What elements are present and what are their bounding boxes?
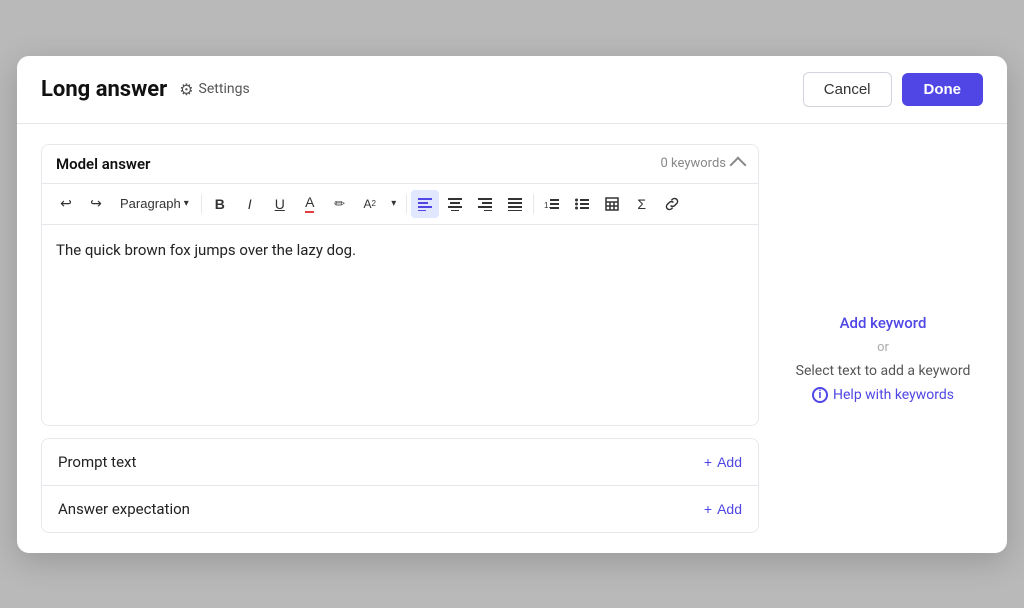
keywords-badge[interactable]: 0 keywords [661,156,744,171]
prompt-text-add-button[interactable]: + Add [704,454,742,470]
unordered-list-button[interactable] [568,190,596,218]
underline-button[interactable]: U [266,190,294,218]
modal-overlay: Long answer ⚙ Settings Cancel Done Model… [0,0,1024,608]
superscript-button[interactable]: A2 [356,190,384,218]
modal: Long answer ⚙ Settings Cancel Done Model… [17,56,1007,553]
formula-button[interactable]: Σ [628,190,656,218]
cancel-button[interactable]: Cancel [803,72,892,107]
paragraph-dropdown[interactable]: Paragraph ▾ [112,192,197,215]
help-keywords-label: Help with keywords [833,387,954,403]
ordered-list-icon: 1. [544,197,559,211]
text-color-button[interactable]: A [296,190,324,218]
paragraph-label: Paragraph [120,196,181,211]
prompt-text-label: Prompt text [58,453,136,471]
chevron-up-icon [730,157,747,174]
align-right-button[interactable] [471,190,499,218]
align-left-button[interactable] [411,190,439,218]
prompt-text-row: Prompt text + Add [42,439,758,486]
modal-header: Long answer ⚙ Settings Cancel Done [17,56,1007,124]
link-button[interactable] [658,190,686,218]
modal-body: Model answer 0 keywords ↩ ↪ Paragraph ▾ [17,124,1007,553]
editor-section: Model answer 0 keywords ↩ ↪ Paragraph ▾ [41,144,759,533]
align-center-button[interactable] [441,190,469,218]
answer-add-icon: + [704,501,712,517]
redo-button[interactable]: ↪ [82,190,110,218]
align-left-icon [418,197,432,211]
answer-expectation-row: Answer expectation + Add [42,486,758,532]
prompt-add-label: Add [717,454,742,470]
align-right-icon [478,197,492,211]
gear-icon: ⚙ [179,80,193,99]
unordered-list-icon [575,197,589,211]
superscript-dropdown[interactable]: ▾ [386,190,402,218]
editor-text: The quick brown fox jumps over the lazy … [56,241,356,259]
link-icon [665,197,679,211]
svg-text:1.: 1. [544,201,551,210]
toolbar-separator-1 [201,194,202,214]
add-keyword-button[interactable]: Add keyword [840,314,927,332]
settings-link[interactable]: ⚙ Settings [179,80,249,99]
select-keyword-text: Select text to add a keyword [796,363,971,379]
highlight-icon: ✏ [334,196,345,212]
model-answer-title: Model answer [56,155,150,173]
text-color-icon: A [305,194,314,213]
or-text: or [877,340,889,355]
done-button[interactable]: Done [902,73,984,106]
ordered-list-button[interactable]: 1. [538,190,566,218]
answer-add-label: Add [717,501,742,517]
header-right: Cancel Done [803,72,983,107]
header-left: Long answer ⚙ Settings [41,77,250,102]
table-icon [605,197,619,211]
editor-card-header: Model answer 0 keywords [42,145,758,184]
toolbar-separator-2 [406,194,407,214]
dropdown-arrow-icon: ▾ [184,198,189,209]
toolbar-separator-3 [533,194,534,214]
answer-expectation-add-button[interactable]: + Add [704,501,742,517]
align-center-icon [448,197,462,211]
highlight-button[interactable]: ✏ [326,190,354,218]
settings-label: Settings [199,81,250,97]
bold-button[interactable]: B [206,190,234,218]
editor-content-area[interactable]: The quick brown fox jumps over the lazy … [42,225,758,425]
table-button[interactable] [598,190,626,218]
prompt-add-icon: + [704,454,712,470]
align-justify-icon [508,197,522,211]
info-icon: i [812,387,828,403]
editor-toolbar: ↩ ↪ Paragraph ▾ B I U A [42,184,758,225]
italic-button[interactable]: I [236,190,264,218]
help-keywords-link[interactable]: i Help with keywords [812,387,954,403]
keyword-sidebar: Add keyword or Select text to add a keyw… [783,144,983,533]
page-title: Long answer [41,77,167,102]
editor-card: Model answer 0 keywords ↩ ↪ Paragraph ▾ [41,144,759,426]
align-justify-button[interactable] [501,190,529,218]
keywords-count: 0 keywords [661,156,726,171]
undo-button[interactable]: ↩ [52,190,80,218]
answer-expectation-label: Answer expectation [58,500,190,518]
editor-extras: Prompt text + Add Answer expectation + A… [41,438,759,533]
